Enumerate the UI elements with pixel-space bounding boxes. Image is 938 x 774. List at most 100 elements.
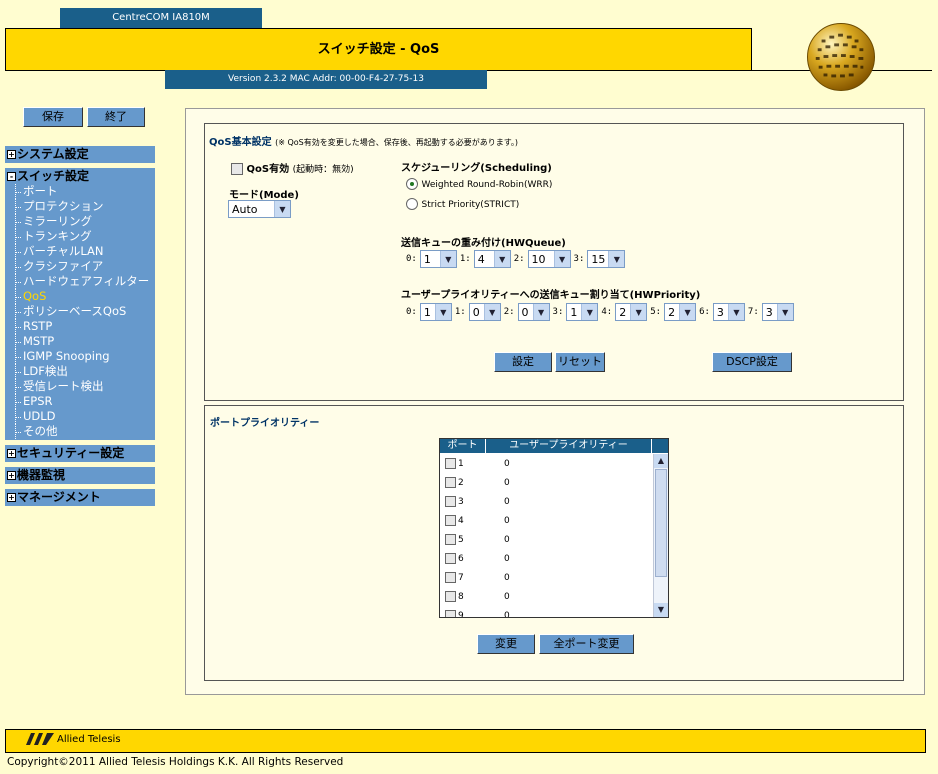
hwpriority-label-4: 4: [601,307,613,317]
hwpriority-select-3[interactable]: 1 ▼ [566,303,599,321]
port-select-checkbox[interactable] [445,591,456,602]
sched-wrr-option[interactable]: Weighted Round-Robin(WRR) [406,177,552,190]
hwpriority-select-6[interactable]: 3 ▼ [712,303,745,321]
sidebar-item-11[interactable]: IGMP Snooping [13,349,149,364]
sched-wrr-radio[interactable] [406,178,418,190]
hwqueue-select-value: 15 [591,252,606,266]
table-row[interactable]: 20 [440,473,652,492]
mode-select[interactable]: Auto ▼ [228,200,291,218]
table-row[interactable]: 10 [440,454,652,473]
port-select-checkbox[interactable] [445,496,456,507]
hwqueue-label-0: 0: [406,254,417,264]
menu-system[interactable]: + システム設定 [5,146,155,163]
save-button[interactable]: 保存 [23,107,83,127]
port-select-checkbox[interactable] [445,553,456,564]
hwqueue-label-3: 3: [573,254,585,264]
table-row[interactable]: 60 [440,549,652,568]
hwpriority-select-value: 1 [570,305,578,319]
exit-button[interactable]: 終了 [87,107,145,127]
collapse-icon: - [7,172,16,181]
port-select-checkbox[interactable] [445,572,456,583]
chevron-down-icon: ▼ [581,304,598,320]
hwpriority-select-1[interactable]: 0 ▼ [468,303,501,321]
qos-enable-checkbox[interactable] [231,163,243,175]
table-row[interactable]: 50 [440,530,652,549]
page-title: スイッチ設定 - QoS [5,28,752,71]
reset-button[interactable]: リセット [555,352,605,372]
port-user-priority: 0 [504,534,510,545]
change-button[interactable]: 変更 [477,634,535,654]
menu-switch[interactable]: - スイッチ設定 [5,168,155,185]
scroll-down-icon[interactable]: ▼ [654,603,668,617]
hwpriority-select-5[interactable]: 2 ▼ [664,303,697,321]
sched-strict-option[interactable]: Strict Priority(STRICT) [406,197,519,210]
menu-monitor-label: 機器監視 [17,468,66,482]
table-row[interactable]: 70 [440,568,652,587]
table-row[interactable]: 80 [440,587,652,606]
hwqueue-select-0[interactable]: 1 ▼ [419,250,457,268]
hwqueue-select-2[interactable]: 10 ▼ [527,250,571,268]
port-number: 6 [458,553,464,564]
sidebar-item-1[interactable]: プロテクション [13,199,149,214]
port-select-checkbox[interactable] [445,534,456,545]
hwpriority-label-0: 0: [406,307,417,317]
model-name: CentreCOM IA810M [60,8,262,28]
port-number: 9 [458,610,464,618]
hwpriority-select-0[interactable]: 1 ▼ [419,303,452,321]
sidebar-item-0[interactable]: ポート [13,184,149,199]
port-select-checkbox[interactable] [445,458,456,469]
sidebar-item-12[interactable]: LDF検出 [13,364,149,379]
sched-strict-label: Strict Priority(STRICT) [421,200,520,210]
sidebar-item-14[interactable]: EPSR [13,394,149,409]
chevron-down-icon: ▼ [483,304,500,320]
mode-label: モード(Mode) [229,190,299,201]
hwpriority-label-1: 1: [454,307,466,317]
hwqueue-select-3[interactable]: 15 ▼ [587,250,626,268]
dscp-settings-button[interactable]: DSCP設定 [712,352,792,372]
sidebar-item-6[interactable]: ハードウェアフィルター [13,274,149,289]
hwqueue-select-1[interactable]: 4 ▼ [473,250,511,268]
set-button[interactable]: 設定 [494,352,552,372]
sidebar-item-13[interactable]: 受信レート検出 [13,379,149,394]
menu-management[interactable]: + マネージメント [5,489,155,506]
chevron-down-icon: ▼ [679,304,696,320]
sidebar-item-15[interactable]: UDLD [13,409,149,424]
port-user-priority: 0 [504,496,510,507]
change-all-ports-button[interactable]: 全ポート変更 [539,634,634,654]
sidebar-item-8[interactable]: ポリシーベースQoS [13,304,149,319]
scroll-thumb[interactable] [655,469,667,577]
hwpriority-label-5: 5: [650,307,662,317]
footer-brand-name: Allied Telesis [57,733,121,745]
hwpriority-select-7[interactable]: 3 ▼ [761,303,794,321]
sidebar-item-9[interactable]: RSTP [13,319,149,334]
footer-brand: Allied Telesis [26,733,121,745]
sidebar-item-16[interactable]: その他 [13,424,149,439]
port-select-checkbox[interactable] [445,610,456,617]
sidebar-item-3[interactable]: トランキング [13,229,149,244]
sidebar-item-10[interactable]: MSTP [13,334,149,349]
table-row[interactable]: 90 [440,606,652,617]
sidebar-item-2[interactable]: ミラーリング [13,214,149,229]
port-select-checkbox[interactable] [445,477,456,488]
hwpriority-select-2[interactable]: 0 ▼ [517,303,550,321]
sidebar-item-4[interactable]: バーチャルLAN [13,244,149,259]
sched-wrr-label: Weighted Round-Robin(WRR) [421,180,553,190]
sidebar-item-5[interactable]: クラシファイア [13,259,149,274]
menu-security-label: セキュリティー設定 [17,446,125,460]
main-panel: QoS基本設定 (※ QoS有効を変更した場合、保存後、再起動する必要があります… [185,108,925,695]
sidebar-item-7[interactable]: QoS [13,289,149,304]
table-scrollbar[interactable]: ▲ ▼ [653,454,668,617]
sched-strict-radio[interactable] [406,198,418,210]
qos-section-title: QoS基本設定 [209,137,272,148]
qos-enable-note: (起動時：無効) [292,165,354,175]
hwpriority-row: 0: 1 ▼ 1: 0 ▼ 2: 0 ▼ 3: 1 ▼ 4: 2 ▼ 5: 2 ▼ 6: 3 ▼ 7: 3 ▼ [406,303,794,321]
menu-monitor[interactable]: + 機器監視 [5,467,155,484]
table-row[interactable]: 30 [440,492,652,511]
scroll-up-icon[interactable]: ▲ [654,454,668,468]
port-select-checkbox[interactable] [445,515,456,526]
menu-security[interactable]: + セキュリティー設定 [5,445,155,462]
hwpriority-select-4[interactable]: 2 ▼ [615,303,648,321]
table-row[interactable]: 40 [440,511,652,530]
hwqueue-label: 送信キューの重み付け(HWQueue) [401,238,566,249]
hwqueue-select-value: 4 [477,252,485,266]
